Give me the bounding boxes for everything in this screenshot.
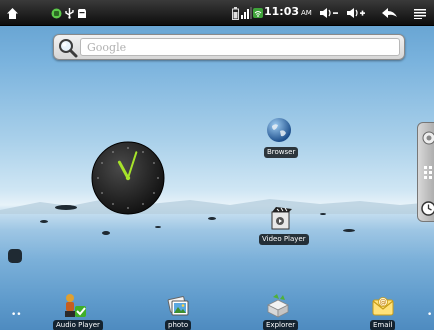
notification-android-icon [51,8,61,18]
email-icon: @ [372,297,394,316]
back-icon [381,8,397,18]
app-grid-icon [424,166,432,179]
home-button[interactable] [4,0,20,26]
dock-email-label[interactable]: Email [370,320,396,330]
notification-icon-sd[interactable] [76,0,88,26]
clock-icon [421,201,434,216]
clock-tick [112,203,114,205]
clock-tick [97,177,99,179]
video-player-icon [271,207,292,230]
usb-icon [64,8,74,19]
battery-indicator [230,0,240,26]
search-input[interactable]: Google [80,38,400,56]
dock-explorer-label[interactable]: Explorer [263,320,299,330]
dock-audio-player[interactable] [62,293,88,319]
status-clock: 11:03 AM [264,5,312,18]
menu-button[interactable] [410,0,430,26]
dock-email[interactable]: @ [370,293,396,319]
status-time: 11:03 [264,5,300,18]
notification-icon-android[interactable] [50,0,62,26]
wifi-indicator [253,0,263,26]
email-at-glyph: @ [380,299,387,307]
search-icon[interactable] [57,37,79,59]
google-search-widget[interactable]: Google [53,34,405,60]
dock-photo[interactable] [165,293,191,319]
wallpaper-island [208,217,216,220]
shortcut-browser[interactable] [266,117,292,143]
globe-icon [267,118,291,142]
wallpaper-island [155,226,161,228]
clock-tick [157,177,159,179]
photo-icon [167,296,189,316]
volume-up-button[interactable] [345,0,367,26]
clock-tick [142,203,144,205]
shortcut-video-player-label[interactable]: Video Player [259,234,309,245]
wallpaper-island [55,205,77,210]
volume-up-icon [347,8,365,18]
wallpaper-island [343,229,355,232]
clock-tick [101,162,103,164]
shortcut-browser-label[interactable]: Browser [264,147,299,158]
analog-clock-widget[interactable] [90,140,166,216]
status-bar: 11:03 AM [0,0,434,26]
wallpaper-mountains [0,198,434,214]
back-button[interactable] [379,0,399,26]
notification-icon-usb[interactable] [63,0,75,26]
battery-icon [231,6,239,20]
dock-audio-player-label[interactable]: Audio Player [53,320,103,330]
signal-indicator [241,0,252,26]
page-indicator-left[interactable]: •• [11,310,22,320]
app-drawer-tab[interactable] [417,122,434,222]
signal-icon [241,7,252,19]
page-indicator-right[interactable]: • [427,310,432,320]
clock-tick [127,207,129,209]
wallpaper-island [102,231,110,235]
sd-card-icon [78,8,86,18]
audio-player-icon [65,294,86,317]
clock-tick [112,151,114,153]
wallpaper-island [40,220,48,223]
clock-tick [127,147,129,149]
wallpaper-island [320,213,326,215]
dock-explorer[interactable] [265,293,291,319]
wallpaper-island [8,249,22,263]
explorer-icon [267,294,289,318]
clock-tick [153,192,155,194]
clock-tick [153,162,155,164]
shortcut-video-player[interactable] [268,205,294,231]
wifi-icon [253,8,263,18]
clock-tick [142,151,144,153]
clock-tick [101,192,103,194]
volume-down-button[interactable] [318,0,340,26]
dock-photo-label[interactable]: photo [165,320,192,330]
status-ampm: AM [301,9,312,17]
home-icon [6,7,18,19]
menu-icon [414,8,426,19]
volume-down-icon [320,8,338,18]
gallery-icon [422,131,434,145]
